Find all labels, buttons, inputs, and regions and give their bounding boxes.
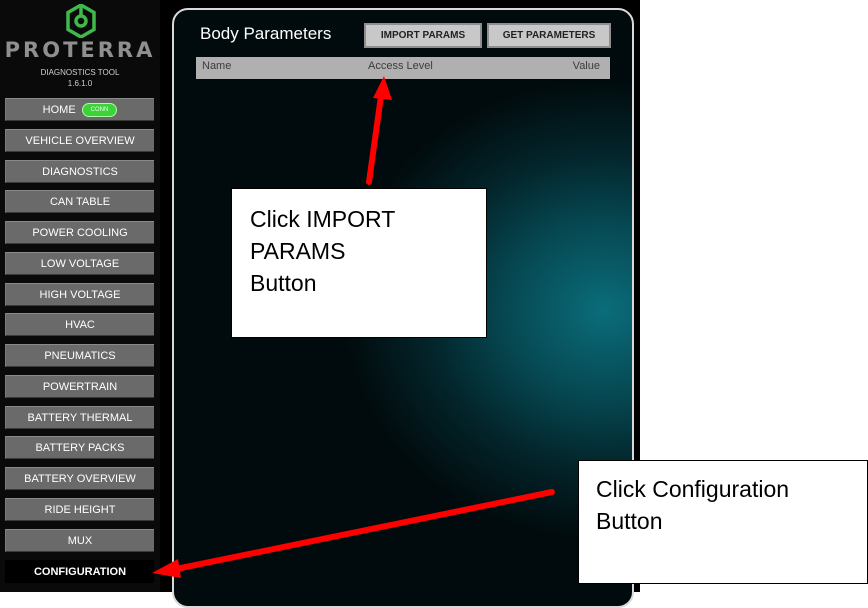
import-params-button[interactable]: IMPORT PARAMS <box>364 23 482 48</box>
sidebar-item-label: BATTERY THERMAL <box>27 411 133 424</box>
sidebar-item-label: CAN TABLE <box>49 195 111 208</box>
column-header-name[interactable]: Name <box>202 60 231 72</box>
connection-badge: CONN <box>81 102 118 117</box>
sidebar-item-hvac[interactable]: HVAC <box>5 313 154 336</box>
column-header-value[interactable]: Value <box>573 60 600 72</box>
sidebar-item-label: DIAGNOSTICS <box>42 165 118 178</box>
sidebar-item-label: MUX <box>67 534 93 547</box>
sidebar-item-label: RIDE HEIGHT <box>44 503 116 516</box>
sidebar-item-configuration[interactable]: CONFIGURATION <box>5 560 154 583</box>
sidebar-item-battery-packs[interactable]: BATTERY PACKS <box>5 436 154 459</box>
sidebar-item-battery-thermal[interactable]: BATTERY THERMAL <box>5 406 154 429</box>
configuration-callout: Click Configuration Button <box>578 460 868 584</box>
sidebar-item-label: PNEUMATICS <box>44 349 116 362</box>
sidebar-item-ride-height[interactable]: RIDE HEIGHT <box>5 498 154 521</box>
column-header-access-level[interactable]: Access Level <box>368 60 433 72</box>
callout-line: Button <box>250 270 317 296</box>
sidebar-item-label: VEHICLE OVERVIEW <box>25 134 135 147</box>
sidebar-item-power-cooling[interactable]: POWER COOLING <box>5 221 154 244</box>
sidebar-item-label: HIGH VOLTAGE <box>39 288 121 301</box>
sidebar-item-high-voltage[interactable]: HIGH VOLTAGE <box>5 283 154 306</box>
brand-name: PROTERRA <box>4 38 156 62</box>
sidebar-item-home[interactable]: HOME CONN <box>5 98 154 121</box>
sidebar-item-label: POWER COOLING <box>32 226 128 239</box>
sidebar-item-label: LOW VOLTAGE <box>40 257 120 270</box>
parameters-table-header: Name Access Level Value <box>196 57 610 79</box>
sidebar-item-label: BATTERY PACKS <box>35 441 125 454</box>
get-parameters-button[interactable]: GET PARAMETERS <box>487 23 611 48</box>
sidebar-item-mux[interactable]: MUX <box>5 529 154 552</box>
app-version: 1.6.1.0 <box>67 79 93 88</box>
sidebar-item-vehicle-overview[interactable]: VEHICLE OVERVIEW <box>5 129 154 152</box>
sidebar-item-diagnostics[interactable]: DIAGNOSTICS <box>5 160 154 183</box>
sidebar-item-label: CONFIGURATION <box>33 565 127 578</box>
sidebar-item-label: BATTERY OVERVIEW <box>24 472 136 485</box>
sidebar-item-can-table[interactable]: CAN TABLE <box>5 190 154 213</box>
sidebar-item-low-voltage[interactable]: LOW VOLTAGE <box>5 252 154 275</box>
sidebar-item-pneumatics[interactable]: PNEUMATICS <box>5 344 154 367</box>
callout-line: PARAMS <box>250 238 346 264</box>
callout-line: Button <box>596 508 663 534</box>
callout-line: Click Configuration <box>596 476 790 502</box>
callout-line: Click IMPORT <box>250 206 396 232</box>
sidebar-item-label: POWERTRAIN <box>42 380 118 393</box>
panel-title: Body Parameters <box>200 24 332 43</box>
import-params-callout: Click IMPORT PARAMS Button <box>231 188 487 338</box>
sidebar-item-battery-overview[interactable]: BATTERY OVERVIEW <box>5 467 154 490</box>
app-subtitle: DIAGNOSTICS TOOL <box>40 68 120 77</box>
sidebar: PROTERRA DIAGNOSTICS TOOL 1.6.1.0 HOME C… <box>0 0 160 592</box>
sidebar-item-powertrain[interactable]: POWERTRAIN <box>5 375 154 398</box>
proterra-logo-icon <box>66 4 96 38</box>
sidebar-item-label: HOME <box>42 103 76 116</box>
sidebar-item-label: HVAC <box>65 318 95 331</box>
